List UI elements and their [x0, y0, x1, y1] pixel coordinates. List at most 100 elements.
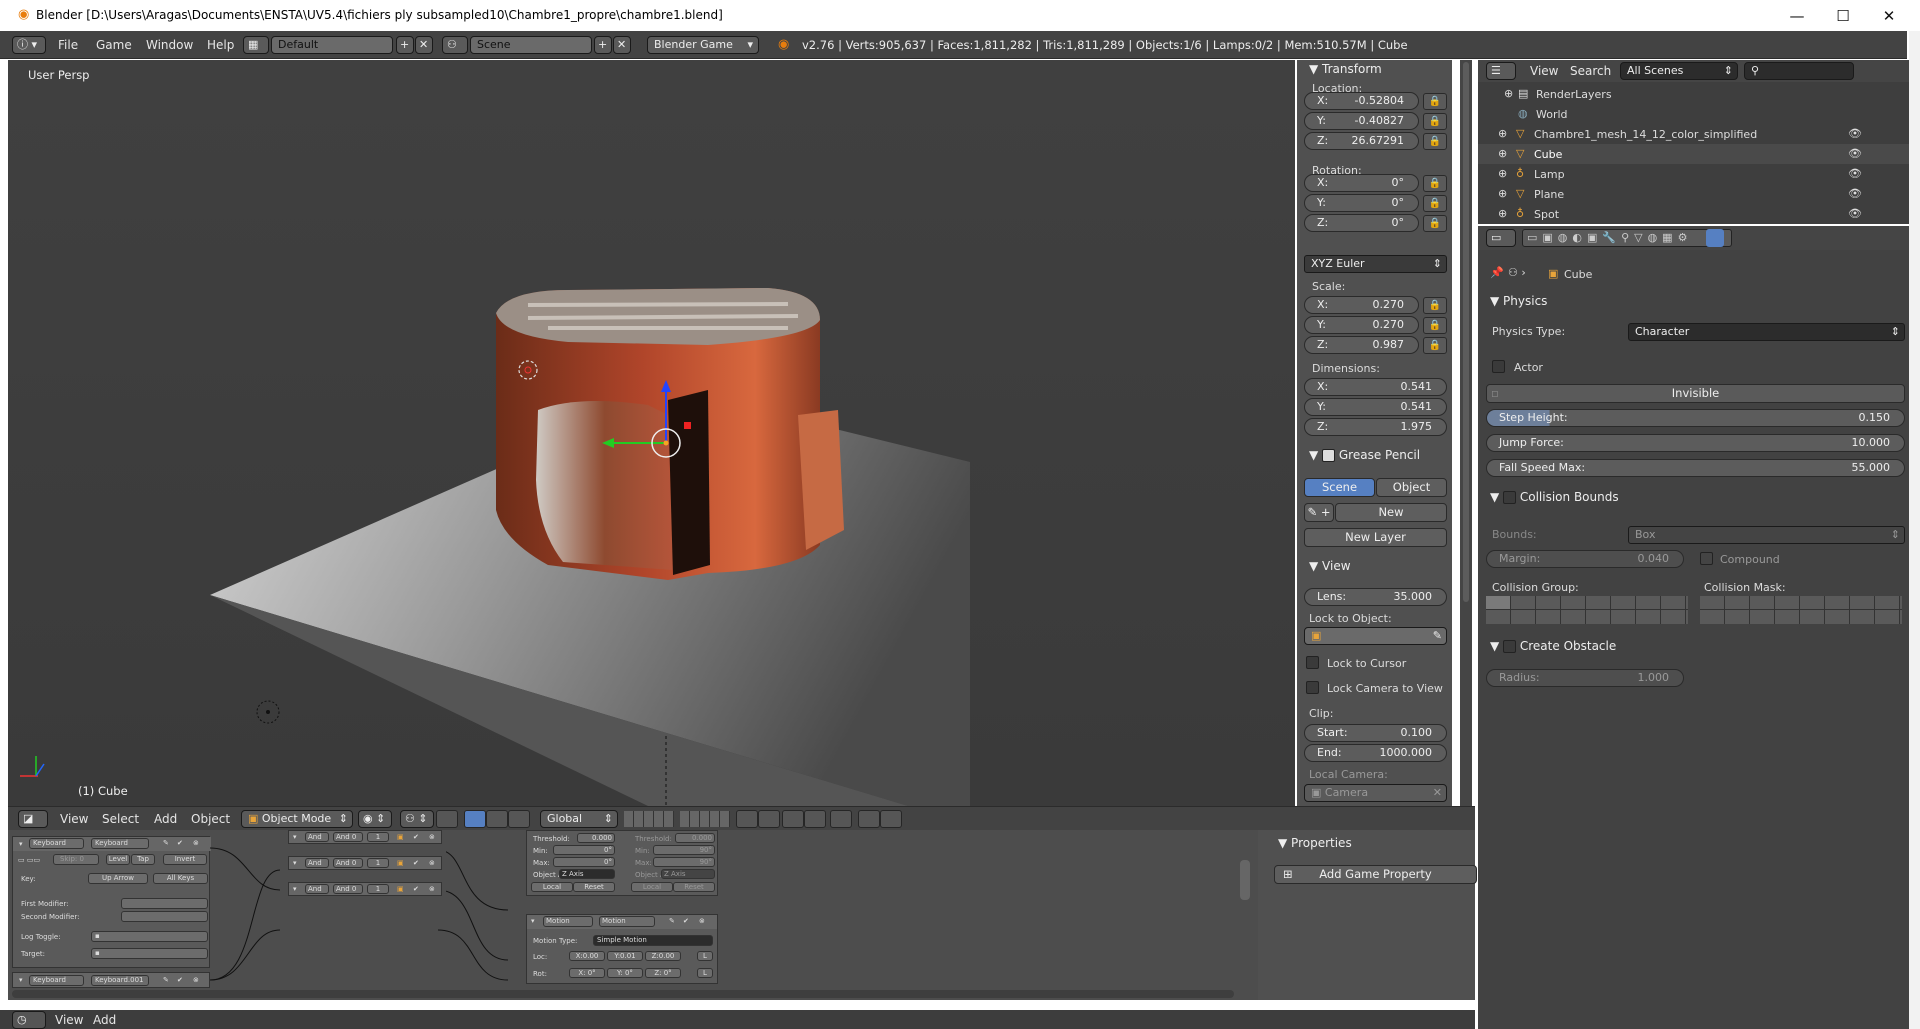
fall-speed-field[interactable]: Fall Speed Max: 55.000 — [1486, 459, 1905, 477]
key-value[interactable]: Up Arrow — [88, 873, 148, 884]
max-field-2[interactable]: 90° — [653, 857, 715, 867]
reset-button[interactable]: Reset — [573, 882, 615, 892]
lock-icon[interactable]: 🔒 — [1423, 215, 1447, 232]
menu-help[interactable]: Help — [207, 38, 234, 52]
outliner-editor-icon[interactable]: ☰ — [1486, 62, 1516, 80]
eye-icon[interactable]: 👁 — [1848, 187, 1862, 200]
transform-panel-header[interactable]: ▼ Transform — [1309, 62, 1382, 76]
maximize-button[interactable]: ☐ — [1820, 4, 1866, 28]
pin-icon[interactable]: ✎ — [163, 839, 169, 847]
eye-icon[interactable]: 👁 — [1848, 207, 1862, 220]
clear-icon[interactable]: ✕ — [1433, 785, 1442, 801]
pivot-dropdown[interactable]: ⚇ ⇕ — [400, 810, 434, 828]
outliner-item-lamp[interactable]: Lamp — [1534, 168, 1565, 181]
collision-mask-grid[interactable] — [1700, 596, 1902, 624]
layers-grid[interactable] — [624, 811, 674, 827]
local-button[interactable]: Local — [531, 882, 573, 892]
controller-state-field[interactable]: 1 — [367, 884, 389, 894]
collapse-icon[interactable]: ▾ — [293, 833, 297, 841]
close-icon[interactable]: ⊗ — [429, 885, 435, 893]
new-layer-button[interactable]: New Layer — [1304, 528, 1447, 547]
view3d-menu-add[interactable]: Add — [154, 812, 177, 826]
lens-field[interactable]: Lens: 35.000 — [1304, 588, 1447, 606]
collision-group-grid[interactable] — [1486, 596, 1688, 624]
display-mode-dropdown[interactable]: All Scenes ⇕ — [1620, 62, 1738, 80]
motion-type-dropdown[interactable]: Simple Motion — [593, 935, 713, 946]
outliner-row[interactable]: ◍ World — [1478, 104, 1909, 124]
menu-game[interactable]: Game — [96, 38, 132, 52]
menu-file[interactable]: File — [58, 38, 78, 52]
scale-z-field[interactable]: Z: 0.987 — [1304, 336, 1419, 354]
close-icon[interactable]: ⊗ — [193, 839, 199, 847]
new-grease-pencil-button[interactable]: New — [1335, 503, 1447, 522]
eye-icon[interactable]: 👁 — [1848, 167, 1862, 180]
collision-bounds-checkbox[interactable] — [1503, 491, 1517, 504]
close-icon[interactable]: ⊗ — [193, 976, 199, 984]
preference-icon[interactable]: ▣ — [397, 885, 404, 893]
rotation-z-field[interactable]: Z: 0° — [1304, 214, 1419, 232]
shading-dropdown[interactable]: ◉ ⇕ — [358, 810, 392, 828]
manipulator-toggle-icon[interactable] — [436, 810, 458, 828]
checkbox-checked-icon[interactable] — [1322, 449, 1336, 462]
skip-field[interactable]: Skip: 0 — [53, 854, 99, 865]
pin-icon[interactable]: ✎ — [669, 917, 675, 925]
orientation-dropdown[interactable]: Global ⇕ — [540, 810, 618, 828]
add-game-property-button[interactable]: ⊞ Add Game Property — [1274, 865, 1477, 884]
threshold-field[interactable]: 0.000 — [577, 833, 615, 843]
compound-checkbox[interactable] — [1700, 552, 1713, 565]
create-obstacle-checkbox[interactable] — [1503, 640, 1517, 653]
snap-element-icon[interactable] — [804, 810, 826, 828]
create-obstacle-header[interactable]: ▼ Create Obstacle — [1490, 639, 1616, 653]
close-button[interactable]: ✕ — [1866, 4, 1912, 28]
rot-x-field[interactable]: X: 0° — [569, 968, 605, 978]
properties-editor-icon[interactable]: ▭ — [1486, 229, 1516, 247]
step-height-slider[interactable]: Step Height: 0.150 — [1486, 409, 1905, 427]
view3d-menu-view[interactable]: View — [60, 812, 88, 826]
close-icon[interactable]: ⊗ — [429, 833, 435, 841]
rot-y-field[interactable]: Y: 0° — [607, 968, 643, 978]
outliner-item-renderlayers[interactable]: RenderLayers — [1536, 88, 1612, 101]
outliner-item-spot[interactable]: Spot — [1534, 208, 1559, 221]
sensor-name-field[interactable]: Keyboard — [91, 838, 149, 849]
rot-z-field[interactable]: Z: 0° — [645, 968, 681, 978]
clip-start-field[interactable]: Start: 0.100 — [1304, 724, 1447, 742]
location-y-field[interactable]: Y: -0.40827 — [1304, 112, 1419, 130]
lock-icon[interactable]: 🔒 — [1423, 93, 1447, 110]
object-axis-dropdown[interactable]: Z Axis — [559, 869, 615, 879]
controller-name-field[interactable]: And 0 — [333, 832, 363, 842]
max-field[interactable]: 0° — [553, 857, 615, 867]
expand-icon[interactable]: ⊕ — [1498, 127, 1507, 140]
timeline-menu-add[interactable]: Add — [93, 1013, 116, 1027]
margin-field[interactable]: Margin: 0.040 — [1486, 550, 1684, 568]
minimize-button[interactable]: — — [1774, 4, 1820, 28]
radius-field[interactable]: Radius: 1.000 — [1486, 669, 1684, 687]
layers-grid-2[interactable] — [680, 811, 730, 827]
collision-bounds-header[interactable]: ▼ Collision Bounds — [1490, 490, 1619, 504]
grease-pencil-panel-header[interactable]: ▼ Grease Pencil — [1309, 448, 1420, 462]
preference-icon[interactable]: ▣ — [397, 859, 404, 867]
controller-state-field[interactable]: 1 — [367, 858, 389, 868]
grease-pencil-scene-button[interactable]: Scene — [1304, 478, 1375, 497]
collapse-icon[interactable]: ▾ — [19, 976, 23, 984]
panel-scrollbar[interactable] — [1460, 60, 1472, 806]
scrollbar-thumb[interactable] — [1463, 62, 1469, 602]
lock-to-cursor-checkbox[interactable] — [1306, 656, 1319, 669]
outliner-item-cube[interactable]: Cube — [1534, 148, 1562, 161]
outliner-row-selected[interactable]: ⊕ ▽ Cube 👁 — [1478, 144, 1909, 164]
physics-tab-icon[interactable] — [1706, 229, 1724, 247]
log-toggle-field[interactable]: ▪ — [91, 931, 208, 942]
threshold-field-2[interactable]: 0.000 — [675, 833, 715, 843]
checkbox-checked-icon[interactable]: ✔ — [413, 833, 419, 841]
editor-type-icon[interactable]: ⓘ ▾ — [12, 36, 46, 54]
controller-state-field[interactable]: 1 — [367, 832, 389, 842]
checkbox-checked-icon[interactable]: ✔ — [413, 859, 419, 867]
pin-icon[interactable]: ✎ — [163, 976, 169, 984]
controller-type-dropdown[interactable]: And — [305, 884, 329, 894]
reset-button-2[interactable]: Reset — [673, 882, 715, 892]
proportional-edit-icon[interactable] — [758, 810, 780, 828]
game-properties-header[interactable]: ▼ Properties — [1278, 836, 1352, 850]
pulse-icon[interactable]: ▭ ▭▭ — [18, 856, 40, 864]
render-icon[interactable] — [830, 810, 852, 828]
checkbox-checked-icon[interactable]: ✔ — [177, 839, 183, 847]
actuator-name-field[interactable]: Motion — [599, 916, 655, 927]
